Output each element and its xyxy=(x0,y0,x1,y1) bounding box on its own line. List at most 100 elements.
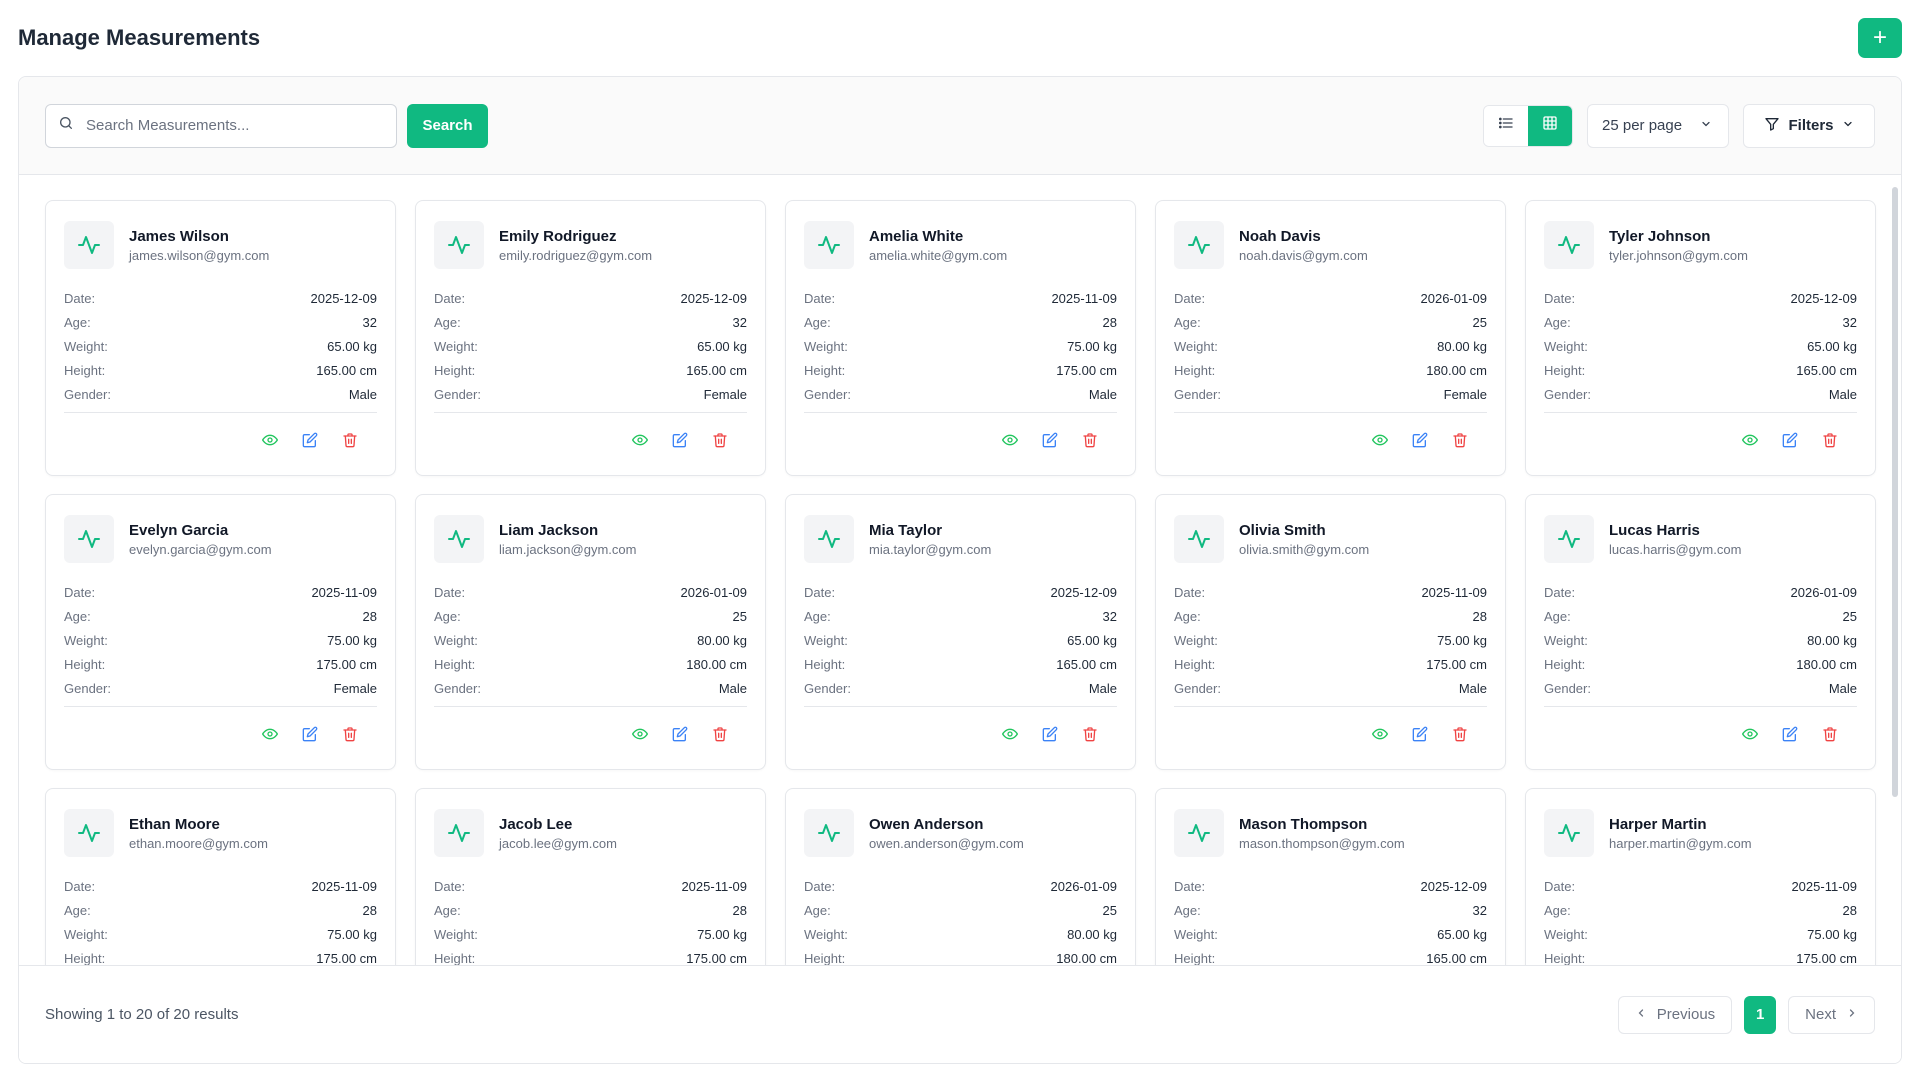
gender-label: Gender: xyxy=(434,680,481,696)
search-button[interactable]: Search xyxy=(407,103,488,148)
age-label: Age: xyxy=(64,902,91,918)
edit-icon[interactable] xyxy=(301,725,319,743)
date-value: 2025-11-09 xyxy=(1791,878,1857,894)
next-button[interactable]: Next xyxy=(1788,995,1875,1034)
member-info: Mason Thompson mason.thompson@gym.com xyxy=(1239,816,1405,851)
gender-value: Male xyxy=(1828,386,1857,402)
trash-icon[interactable] xyxy=(1821,431,1839,449)
measurement-details: Date: 2025-12-09 Age: 32 Weight: 65.00 k… xyxy=(1174,874,1487,966)
age-row: Age: 32 xyxy=(804,604,1117,628)
trash-icon[interactable] xyxy=(1081,725,1099,743)
activity-icon xyxy=(1544,221,1594,269)
member-email: jacob.lee@gym.com xyxy=(499,835,617,851)
member-email: mia.taylor@gym.com xyxy=(869,541,992,557)
eye-icon[interactable] xyxy=(261,431,279,449)
eye-icon[interactable] xyxy=(1001,431,1019,449)
search-input[interactable] xyxy=(86,117,396,134)
date-value: 2026-01-09 xyxy=(1790,584,1858,600)
edit-icon[interactable] xyxy=(671,431,689,449)
age-label: Age: xyxy=(1174,314,1201,330)
date-row: Date: 2025-11-09 xyxy=(64,874,377,898)
measurement-details: Date: 2025-12-09 Age: 32 Weight: 65.00 k… xyxy=(64,286,377,413)
gender-label: Gender: xyxy=(1174,386,1221,402)
chevron-down-icon xyxy=(1842,117,1854,134)
edit-icon[interactable] xyxy=(1781,431,1799,449)
height-row: Height: 180.00 cm xyxy=(434,652,747,676)
weight-row: Weight: 75.00 kg xyxy=(64,922,377,946)
trash-icon[interactable] xyxy=(341,431,359,449)
search-box[interactable] xyxy=(45,103,397,148)
gender-row: Gender: Male xyxy=(1544,382,1857,406)
date-row: Date: 2025-12-09 xyxy=(1544,286,1857,310)
measurement-card: Evelyn Garcia evelyn.garcia@gym.com Date… xyxy=(45,494,396,770)
grid-view-button[interactable] xyxy=(1528,105,1572,146)
weight-value: 65.00 kg xyxy=(1067,632,1117,648)
gender-row: Gender: Female xyxy=(434,382,747,406)
gender-row: Gender: Male xyxy=(804,676,1117,700)
age-row: Age: 32 xyxy=(1544,310,1857,334)
list-view-button[interactable] xyxy=(1484,105,1528,146)
search-group: Search xyxy=(45,103,488,148)
eye-icon[interactable] xyxy=(631,431,649,449)
scrollbar[interactable] xyxy=(1892,187,1898,797)
member-name: Amelia White xyxy=(869,227,964,245)
height-value: 165.00 cm xyxy=(1796,362,1857,378)
height-label: Height: xyxy=(804,950,846,966)
date-row: Date: 2025-11-09 xyxy=(64,580,377,604)
weight-label: Weight: xyxy=(64,338,108,354)
per-page-select[interactable]: 25 per page xyxy=(1587,103,1729,148)
trash-icon[interactable] xyxy=(1821,725,1839,743)
edit-icon[interactable] xyxy=(1041,431,1059,449)
eye-icon[interactable] xyxy=(1371,431,1389,449)
age-row: Age: 28 xyxy=(1174,604,1487,628)
activity-icon xyxy=(1544,515,1594,563)
edit-icon[interactable] xyxy=(1411,725,1429,743)
measurement-details: Date: 2025-12-09 Age: 32 Weight: 65.00 k… xyxy=(804,580,1117,707)
filters-button[interactable]: Filters xyxy=(1743,103,1875,148)
edit-icon[interactable] xyxy=(1411,431,1429,449)
age-label: Age: xyxy=(434,314,461,330)
height-label: Height: xyxy=(434,950,476,966)
edit-icon[interactable] xyxy=(1041,725,1059,743)
trash-icon[interactable] xyxy=(1081,431,1099,449)
pagination: Previous 1 Next xyxy=(1617,995,1875,1034)
edit-icon[interactable] xyxy=(671,725,689,743)
edit-icon[interactable] xyxy=(301,431,319,449)
trash-icon[interactable] xyxy=(341,725,359,743)
trash-icon[interactable] xyxy=(711,431,729,449)
cards-scroll-area[interactable]: James Wilson james.wilson@gym.com Date: … xyxy=(19,176,1901,966)
page-1-button[interactable]: 1 xyxy=(1744,995,1777,1034)
measurement-card: Emily Rodriguez emily.rodriguez@gym.com … xyxy=(415,200,766,476)
toolbar-right: 25 per page Filters xyxy=(1483,103,1875,148)
previous-button[interactable]: Previous xyxy=(1617,995,1733,1034)
eye-icon[interactable] xyxy=(1741,431,1759,449)
eye-icon[interactable] xyxy=(261,725,279,743)
height-label: Height: xyxy=(1174,950,1216,966)
gender-label: Gender: xyxy=(64,386,111,402)
trash-icon[interactable] xyxy=(1451,431,1469,449)
gender-label: Gender: xyxy=(434,386,481,402)
eye-icon[interactable] xyxy=(1001,725,1019,743)
member-name: Mason Thompson xyxy=(1239,815,1368,833)
member-email: noah.davis@gym.com xyxy=(1239,247,1368,263)
member-name: Evelyn Garcia xyxy=(129,521,229,539)
eye-icon[interactable] xyxy=(1741,725,1759,743)
measurement-details: Date: 2025-11-09 Age: 28 Weight: 75.00 k… xyxy=(804,286,1117,413)
add-measurement-button[interactable]: + xyxy=(1858,18,1902,58)
activity-icon xyxy=(1544,809,1594,857)
gender-row: Gender: Female xyxy=(64,676,377,700)
date-label: Date: xyxy=(804,584,836,600)
edit-icon[interactable] xyxy=(1781,725,1799,743)
activity-icon xyxy=(1174,221,1224,269)
trash-icon[interactable] xyxy=(1451,725,1469,743)
eye-icon[interactable] xyxy=(1371,725,1389,743)
weight-label: Weight: xyxy=(1544,632,1588,648)
previous-label: Previous xyxy=(1656,1006,1716,1023)
height-label: Height: xyxy=(804,656,846,672)
trash-icon[interactable] xyxy=(711,725,729,743)
gender-value: Male xyxy=(1828,680,1857,696)
eye-icon[interactable] xyxy=(631,725,649,743)
member-email: olivia.smith@gym.com xyxy=(1239,541,1370,557)
age-label: Age: xyxy=(64,314,91,330)
chevron-down-icon xyxy=(1700,117,1712,134)
